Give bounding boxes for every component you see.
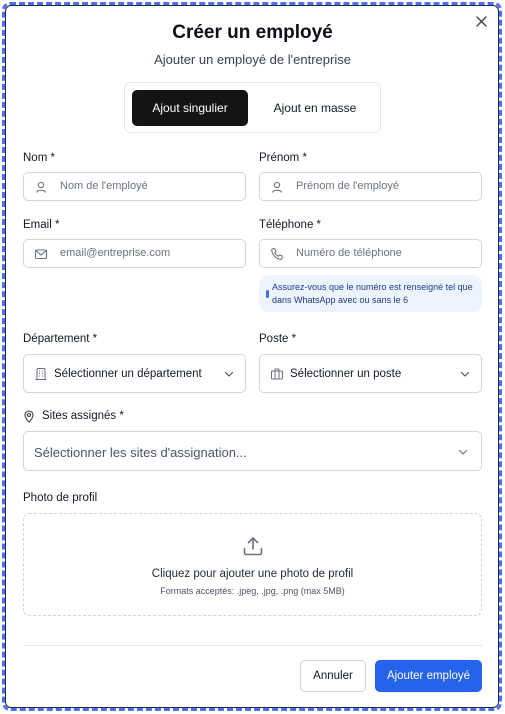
cancel-button[interactable]: Annuler <box>300 660 366 692</box>
poste-select[interactable]: Sélectionner un poste <box>259 354 482 393</box>
phone-hint-text: Assurez-vous que le numéro est renseigné… <box>272 282 473 305</box>
briefcase-icon <box>270 368 284 380</box>
poste-label: Poste * <box>259 333 297 345</box>
mode-tabs: Ajout singulier Ajout en masse <box>124 82 381 133</box>
tab-bulk[interactable]: Ajout en masse <box>253 90 377 126</box>
phone-hint: Assurez-vous que le numéro est renseigné… <box>259 275 482 312</box>
telephone-placeholder: Numéro de téléphone <box>296 247 402 259</box>
telephone-field[interactable]: Numéro de téléphone <box>259 239 482 268</box>
telephone-label: Téléphone * <box>259 219 322 231</box>
chevron-down-icon <box>458 449 468 455</box>
photo-label: Photo de profil <box>23 492 98 504</box>
prenom-field[interactable]: Prénom de l'employé <box>259 172 482 201</box>
poste-value: Sélectionner un poste <box>290 368 402 380</box>
footer-divider <box>23 645 482 646</box>
email-field[interactable]: email@entreprise.com <box>23 239 246 268</box>
upload-icon <box>243 537 263 556</box>
building-icon <box>35 367 47 381</box>
nom-placeholder: Nom de l'employé <box>60 180 148 192</box>
upload-main-text: Cliquez pour ajouter une photo de profil <box>151 568 354 580</box>
add-employee-button[interactable]: Ajouter employé <box>375 660 482 692</box>
upload-formats-text: Formats acceptés: .jpeg, .jpg, .png (max… <box>160 586 345 596</box>
user-icon <box>271 181 283 193</box>
dialog-title: Créer un employé <box>172 22 333 43</box>
photo-upload-dropzone[interactable]: Cliquez pour ajouter une photo de profil… <box>23 513 482 616</box>
departement-select[interactable]: Sélectionner un département <box>23 354 246 393</box>
map-pin-icon <box>24 410 34 423</box>
chevron-down-icon <box>224 371 234 377</box>
mail-icon <box>34 249 48 260</box>
user-icon <box>35 181 47 193</box>
prenom-placeholder: Prénom de l'employé <box>296 180 399 192</box>
departement-label: Département * <box>23 333 98 345</box>
email-label: Email * <box>23 219 60 231</box>
prenom-label: Prénom * <box>259 152 307 164</box>
dialog-subtitle: Ajouter un employé de l'entreprise <box>154 52 351 67</box>
nom-field[interactable]: Nom de l'employé <box>23 172 246 201</box>
departement-value: Sélectionner un département <box>54 368 202 380</box>
email-placeholder: email@entreprise.com <box>60 247 171 259</box>
phone-icon <box>271 248 283 260</box>
sites-label: Sites assignés * <box>42 410 124 422</box>
tab-single[interactable]: Ajout singulier <box>132 90 248 126</box>
info-indicator-icon <box>266 290 269 298</box>
chevron-down-icon <box>460 371 470 377</box>
sites-select[interactable]: Sélectionner les sites d'assignation... <box>23 431 482 471</box>
nom-label: Nom * <box>23 152 55 164</box>
sites-placeholder: Sélectionner les sites d'assignation... <box>34 445 247 460</box>
